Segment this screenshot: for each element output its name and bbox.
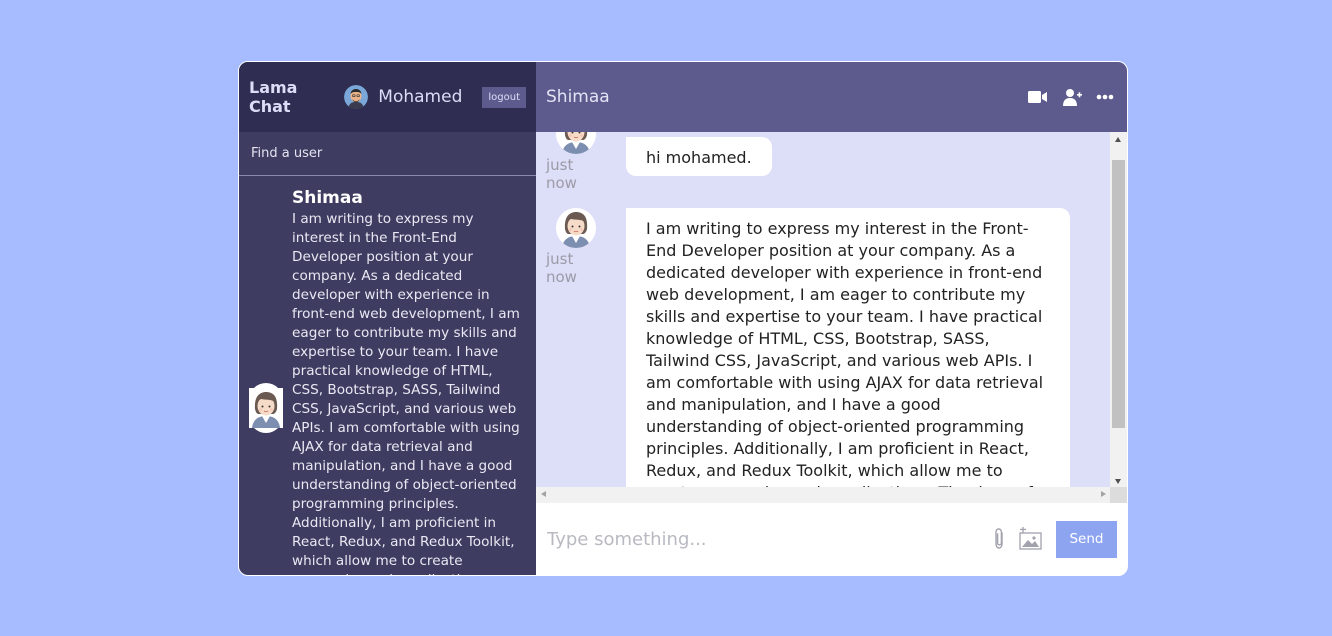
current-user-name: Mohamed bbox=[378, 87, 463, 107]
scroll-up-icon[interactable] bbox=[1115, 136, 1121, 142]
message-avatar bbox=[556, 132, 596, 154]
chat-contact-name: Shimaa bbox=[546, 86, 610, 107]
message: just now I am writing to express my inte… bbox=[546, 207, 1070, 489]
messages-list[interactable]: just now hi mohamed. just now I am writi… bbox=[536, 131, 1111, 489]
messages-area: just now hi mohamed. just now I am writi… bbox=[536, 131, 1127, 504]
message-input-bar: Send bbox=[536, 503, 1127, 575]
sidebar: Lama Chat Mohamed logout Shimaa I am wri… bbox=[239, 62, 536, 575]
video-camera-icon[interactable] bbox=[1028, 90, 1048, 104]
scrollbar-corner bbox=[1110, 487, 1127, 504]
sidebar-navbar: Lama Chat Mohamed logout bbox=[239, 62, 536, 132]
user-chat-name: Shimaa bbox=[292, 188, 363, 208]
add-image-icon[interactable] bbox=[1018, 527, 1044, 551]
chat-app-window: Lama Chat Mohamed logout Shimaa I am wri… bbox=[238, 61, 1128, 576]
current-user-avatar bbox=[344, 85, 368, 109]
scroll-right-icon[interactable] bbox=[1101, 491, 1106, 498]
more-icon[interactable] bbox=[1096, 94, 1114, 100]
user-chat-last-message: I am writing to express my interest in t… bbox=[292, 211, 520, 575]
user-search bbox=[239, 132, 536, 176]
scroll-down-icon[interactable] bbox=[1115, 478, 1121, 484]
scroll-left-icon[interactable] bbox=[541, 491, 546, 498]
add-user-icon[interactable] bbox=[1062, 88, 1082, 106]
message-bubble: hi mohamed. bbox=[626, 136, 772, 176]
message: just now hi mohamed. bbox=[546, 132, 772, 192]
message-input[interactable] bbox=[547, 528, 992, 550]
send-area: Send bbox=[992, 520, 1117, 558]
horizontal-scrollbar[interactable] bbox=[536, 487, 1111, 504]
message-bubble: I am writing to express my interest in t… bbox=[626, 207, 1070, 489]
send-button[interactable]: Send bbox=[1056, 520, 1117, 558]
message-meta: just now bbox=[546, 132, 606, 192]
scrollbar-thumb[interactable] bbox=[1112, 159, 1125, 428]
message-avatar bbox=[556, 208, 596, 248]
user-chat-item[interactable]: Shimaa I am writing to express my intere… bbox=[239, 176, 536, 575]
app-logo: Lama Chat bbox=[249, 78, 298, 116]
logout-button[interactable]: logout bbox=[482, 86, 526, 108]
current-user: Mohamed logout bbox=[344, 85, 526, 109]
message-time: just now bbox=[546, 249, 577, 286]
attach-icon[interactable] bbox=[992, 527, 1006, 551]
vertical-scrollbar[interactable] bbox=[1110, 131, 1127, 489]
user-chat-avatar bbox=[249, 383, 283, 433]
chat-panel: Shimaa just now hi mohamed. just now I a… bbox=[536, 62, 1127, 575]
user-chat-info: Shimaa I am writing to express my intere… bbox=[292, 188, 526, 575]
chat-header-icons bbox=[1028, 88, 1117, 106]
message-meta: just now bbox=[546, 208, 606, 489]
chat-header: Shimaa bbox=[536, 62, 1127, 132]
message-time: just now bbox=[546, 155, 577, 192]
find-user-input[interactable] bbox=[251, 146, 524, 161]
